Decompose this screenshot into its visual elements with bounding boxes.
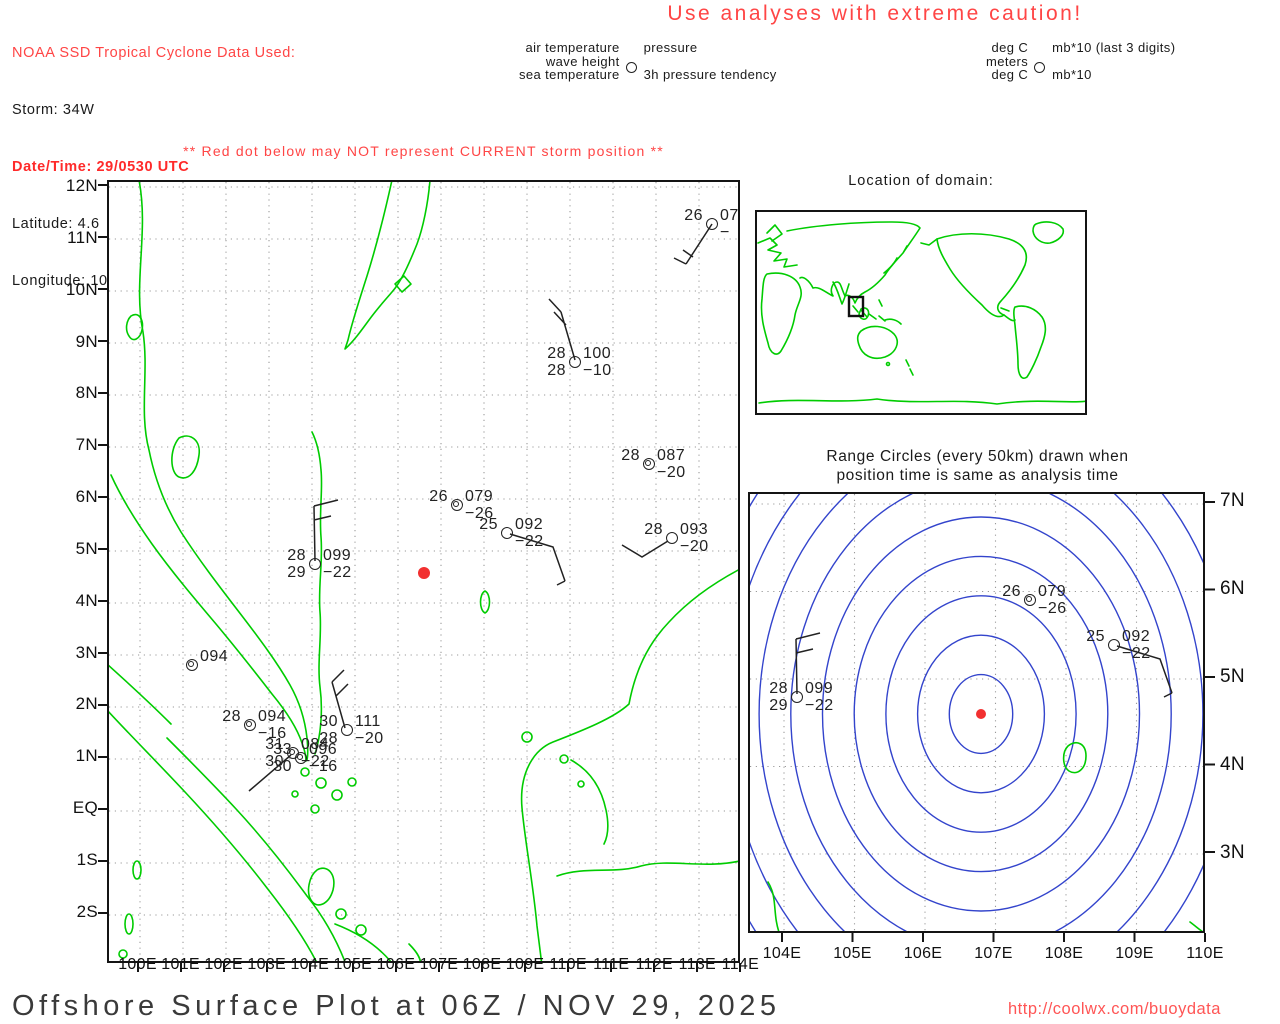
station-tendency: −22 (805, 697, 834, 714)
station-circle (309, 558, 321, 570)
station-sea-temp: 30 (273, 758, 292, 775)
station-tendency: − (720, 224, 730, 241)
station-tendency: −22 (1122, 645, 1151, 662)
station-air-temp: 28 (287, 547, 306, 564)
station-air-temp: 26 (1002, 583, 1021, 600)
station-air-temp: 28 (547, 345, 566, 362)
station-pressure: 07 (720, 207, 739, 224)
station-circle (791, 691, 803, 703)
station-air-temp: 28 (769, 680, 788, 697)
station-circle (295, 752, 307, 764)
station-pressure: 092 (1122, 628, 1151, 645)
station-circle (569, 356, 581, 368)
station-air-temp: 25 (1086, 628, 1105, 645)
station-pressure: 093 (680, 521, 709, 538)
station-circle (666, 532, 678, 544)
station-sea-temp: 29 (287, 564, 306, 581)
station-sea-temp: 28 (547, 362, 566, 379)
storm-position-dot (418, 567, 430, 579)
station-air-temp: 25 (479, 516, 498, 533)
plot-title: Offshore Surface Plot at 06Z / NOV 29, 2… (12, 990, 781, 1022)
station-circle (1108, 639, 1120, 651)
station-tendency: −22 (323, 564, 352, 581)
station-pressure: 092 (515, 516, 544, 533)
station-sea-temp: 29 (769, 697, 788, 714)
station-pressure: 100 (583, 345, 612, 362)
station-tendency: −22 (515, 533, 544, 550)
station-pressure: 099 (323, 547, 352, 564)
station-circle (501, 527, 513, 539)
station-circle (186, 659, 198, 671)
station-pressure: 096 (309, 741, 338, 758)
station-tendency: −20 (680, 538, 709, 555)
storm-position-dot (976, 709, 986, 719)
station-tendency: −10 (583, 362, 612, 379)
station-air-temp: 28 (644, 521, 663, 538)
source-url[interactable]: http://coolwx.com/buoydata (1008, 1000, 1221, 1019)
offshore-surface-plot-page: NOAA SSD Tropical Cyclone Data Used: Sto… (0, 0, 1280, 1024)
station-air-temp: 26 (684, 207, 703, 224)
station-tendency: −16 (309, 758, 338, 775)
station-air-temp: 33 (273, 741, 292, 758)
station-circle (706, 218, 718, 230)
station-pressure: 099 (805, 680, 834, 697)
station-pressure: 094 (200, 648, 229, 665)
